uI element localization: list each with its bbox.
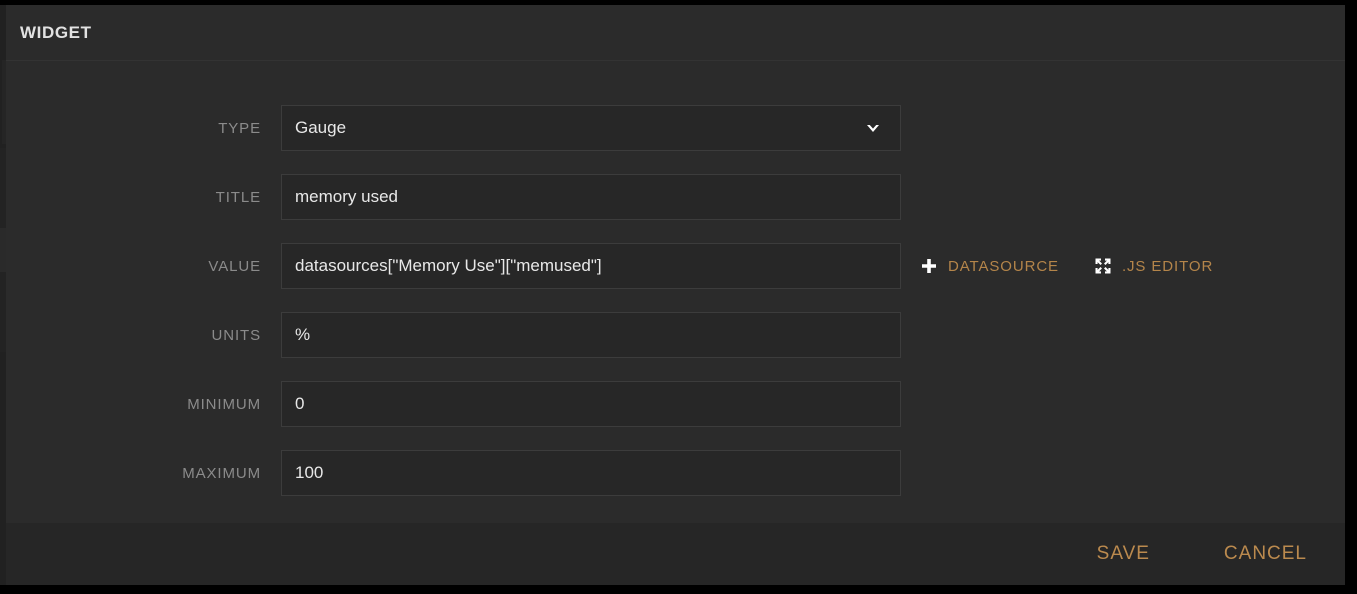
label-title: TITLE — [215, 188, 261, 206]
title-input[interactable] — [281, 174, 901, 220]
field-units — [281, 312, 901, 358]
expand-arrows-icon — [1093, 256, 1113, 276]
cancel-button[interactable]: CANCEL — [1210, 537, 1321, 571]
value-row-actions: DATASOURCE .JS EDITOR — [919, 243, 1213, 289]
form-row-title: TITLE — [6, 174, 1345, 220]
dialog-body: TYPE Gauge TITLE memory used VALUE datas… — [6, 61, 1345, 523]
field-type: Gauge — [281, 105, 901, 151]
form-row-type: TYPE Gauge — [6, 105, 1345, 151]
label-maximum: MAXIMUM — [182, 464, 261, 482]
js-editor-button[interactable]: .JS EDITOR — [1093, 256, 1213, 276]
add-datasource-button[interactable]: DATASOURCE — [919, 256, 1059, 276]
type-select-value: Gauge — [295, 118, 347, 137]
form-row-minimum: MINIMUM — [6, 381, 1345, 427]
add-datasource-label: DATASOURCE — [948, 257, 1059, 275]
screen: WIDGET TYPE Gauge TITLE memory used VALU… — [0, 0, 1357, 594]
field-title — [281, 174, 901, 220]
label-units: UNITS — [211, 326, 261, 344]
chevron-down-icon — [863, 118, 883, 138]
save-button[interactable]: SAVE — [1083, 537, 1164, 571]
form-row-maximum: MAXIMUM — [6, 450, 1345, 496]
form-row-value: VALUE DATASOURCE — [6, 243, 1345, 289]
units-input[interactable] — [281, 312, 901, 358]
label-value: VALUE — [208, 257, 261, 275]
type-select[interactable]: Gauge — [281, 105, 901, 151]
field-value — [281, 243, 901, 289]
dialog-header: WIDGET — [6, 5, 1345, 61]
field-maximum — [281, 450, 901, 496]
maximum-input[interactable] — [281, 450, 901, 496]
form-row-units: UNITS — [6, 312, 1345, 358]
minimum-input[interactable] — [281, 381, 901, 427]
value-input[interactable] — [281, 243, 901, 289]
widget-dialog: WIDGET TYPE Gauge TITLE memory used VALU… — [6, 5, 1345, 585]
label-minimum: MINIMUM — [187, 395, 261, 413]
dialog-footer: SAVE CANCEL — [6, 523, 1345, 585]
dialog-title: WIDGET — [20, 22, 92, 42]
field-minimum — [281, 381, 901, 427]
js-editor-label: .JS EDITOR — [1121, 257, 1214, 275]
plus-icon — [919, 256, 939, 276]
label-type: TYPE — [218, 119, 261, 137]
